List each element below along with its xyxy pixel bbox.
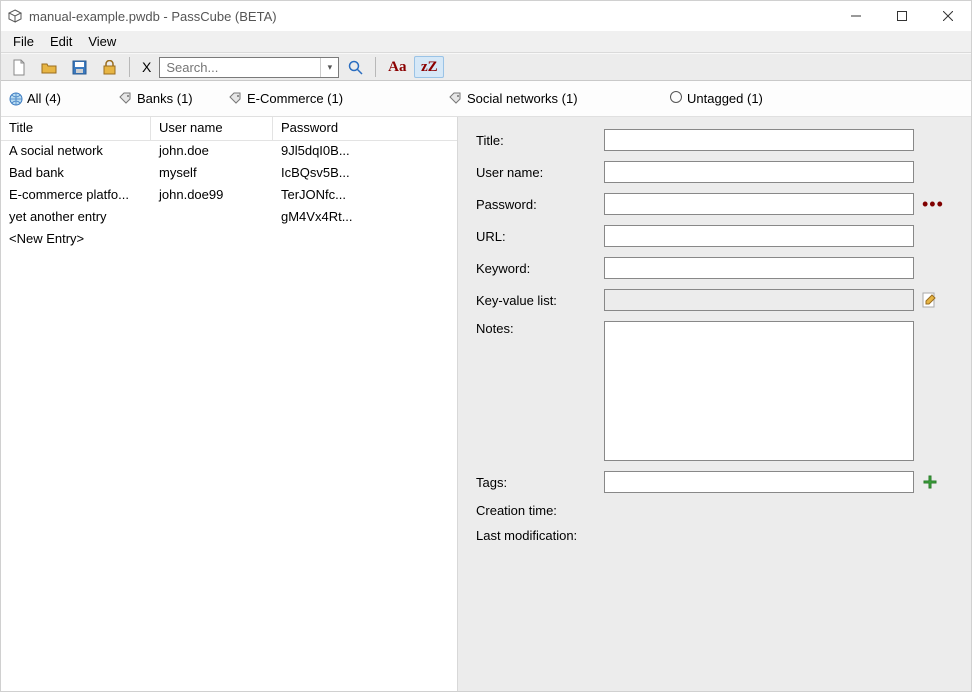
cell-user [151, 207, 273, 229]
reveal-password-icon[interactable]: ••• [922, 199, 944, 209]
cell-pass: IcBQsv5B... [273, 163, 457, 185]
search-combo[interactable]: ▾ [159, 57, 339, 78]
cell-title: yet another entry [1, 207, 151, 229]
globe-icon [9, 92, 23, 106]
menu-file[interactable]: File [5, 32, 42, 51]
minimize-button[interactable] [833, 1, 879, 31]
toolbar: X ▾ Aa zZ [1, 53, 971, 81]
label-password: Password: [476, 197, 596, 212]
label-url: URL: [476, 229, 596, 244]
cell-title: <New Entry> [1, 229, 151, 251]
detail-pane: Title: User name: Password: ••• URL: Key… [458, 117, 971, 691]
column-password[interactable]: Password [273, 117, 457, 140]
new-file-icon[interactable] [5, 56, 33, 78]
cell-user: myself [151, 163, 273, 185]
textarea-notes[interactable] [604, 321, 914, 461]
label-tags: Tags: [476, 475, 596, 490]
label-keyword: Keyword: [476, 261, 596, 276]
filter-label: Untagged (1) [687, 91, 763, 106]
label-last-modification: Last modification: [476, 528, 596, 543]
tag-icon [119, 92, 133, 106]
input-url[interactable] [604, 225, 914, 247]
filter-all[interactable]: All (4) [5, 89, 115, 108]
input-password[interactable] [604, 193, 914, 215]
list-body[interactable]: A social network john.doe 9Jl5dqI0B... B… [1, 141, 457, 691]
table-row[interactable]: A social network john.doe 9Jl5dqI0B... [1, 141, 457, 163]
cell-pass [273, 229, 457, 251]
filter-label: All (4) [27, 91, 61, 106]
tag-icon [449, 92, 463, 106]
menu-edit[interactable]: Edit [42, 32, 80, 51]
label-kv-list: Key-value list: [476, 293, 596, 308]
column-user[interactable]: User name [151, 117, 273, 140]
label-creation-time: Creation time: [476, 503, 596, 518]
input-title[interactable] [604, 129, 914, 151]
table-row[interactable]: E-commerce platfo... john.doe99 TerJONfc… [1, 185, 457, 207]
table-row[interactable]: yet another entry gM4Vx4Rt... [1, 207, 457, 229]
close-button[interactable] [925, 1, 971, 31]
edit-icon[interactable] [922, 292, 938, 308]
filter-banks[interactable]: Banks (1) [115, 89, 225, 108]
column-title[interactable]: Title [1, 117, 151, 140]
toolbar-separator [375, 57, 376, 77]
window-title: manual-example.pwdb - PassCube (BETA) [29, 9, 277, 24]
filter-label: Banks (1) [137, 91, 193, 106]
lock-icon[interactable] [95, 56, 123, 78]
clear-search-button[interactable]: X [136, 59, 157, 75]
filter-label: Social networks (1) [467, 91, 578, 106]
app-icon [7, 8, 23, 24]
circle-icon [669, 90, 683, 107]
entry-list-pane: Title User name Password A social networ… [1, 117, 458, 691]
toolbar-separator [129, 57, 130, 77]
search-icon[interactable] [341, 56, 369, 78]
cell-user: john.doe [151, 141, 273, 163]
cell-pass: gM4Vx4Rt... [273, 207, 457, 229]
case-sensitive-toggle[interactable]: Aa [382, 56, 412, 78]
cell-pass: TerJONfc... [273, 185, 457, 207]
list-header: Title User name Password [1, 117, 457, 141]
table-row[interactable]: Bad bank myself IcBQsv5B... [1, 163, 457, 185]
filter-label: E-Commerce (1) [247, 91, 343, 106]
cell-user [151, 229, 273, 251]
work-area: Title User name Password A social networ… [1, 117, 971, 691]
save-file-icon[interactable] [65, 56, 93, 78]
add-tag-icon[interactable] [922, 474, 938, 490]
tag-icon [229, 92, 243, 106]
cell-title: E-commerce platfo... [1, 185, 151, 207]
menu-view[interactable]: View [80, 32, 124, 51]
input-tags[interactable] [604, 471, 914, 493]
chevron-down-icon[interactable]: ▾ [320, 58, 338, 77]
input-keyword[interactable] [604, 257, 914, 279]
filter-social[interactable]: Social networks (1) [445, 89, 665, 108]
input-kv-list[interactable] [604, 289, 914, 311]
open-file-icon[interactable] [35, 56, 63, 78]
input-username[interactable] [604, 161, 914, 183]
window-titlebar: manual-example.pwdb - PassCube (BETA) [1, 1, 971, 31]
filter-bar: All (4) Banks (1) E-Commerce (1) Social … [1, 81, 971, 117]
cell-pass: 9Jl5dqI0B... [273, 141, 457, 163]
search-input[interactable] [164, 59, 334, 76]
cell-user: john.doe99 [151, 185, 273, 207]
label-notes: Notes: [476, 321, 596, 336]
maximize-button[interactable] [879, 1, 925, 31]
filter-ecommerce[interactable]: E-Commerce (1) [225, 89, 445, 108]
new-entry-row[interactable]: <New Entry> [1, 229, 457, 251]
label-title: Title: [476, 133, 596, 148]
label-username: User name: [476, 165, 596, 180]
filter-untagged[interactable]: Untagged (1) [665, 88, 785, 109]
menu-bar: File Edit View [1, 31, 971, 53]
sort-toggle[interactable]: zZ [414, 56, 444, 78]
cell-title: A social network [1, 141, 151, 163]
cell-title: Bad bank [1, 163, 151, 185]
